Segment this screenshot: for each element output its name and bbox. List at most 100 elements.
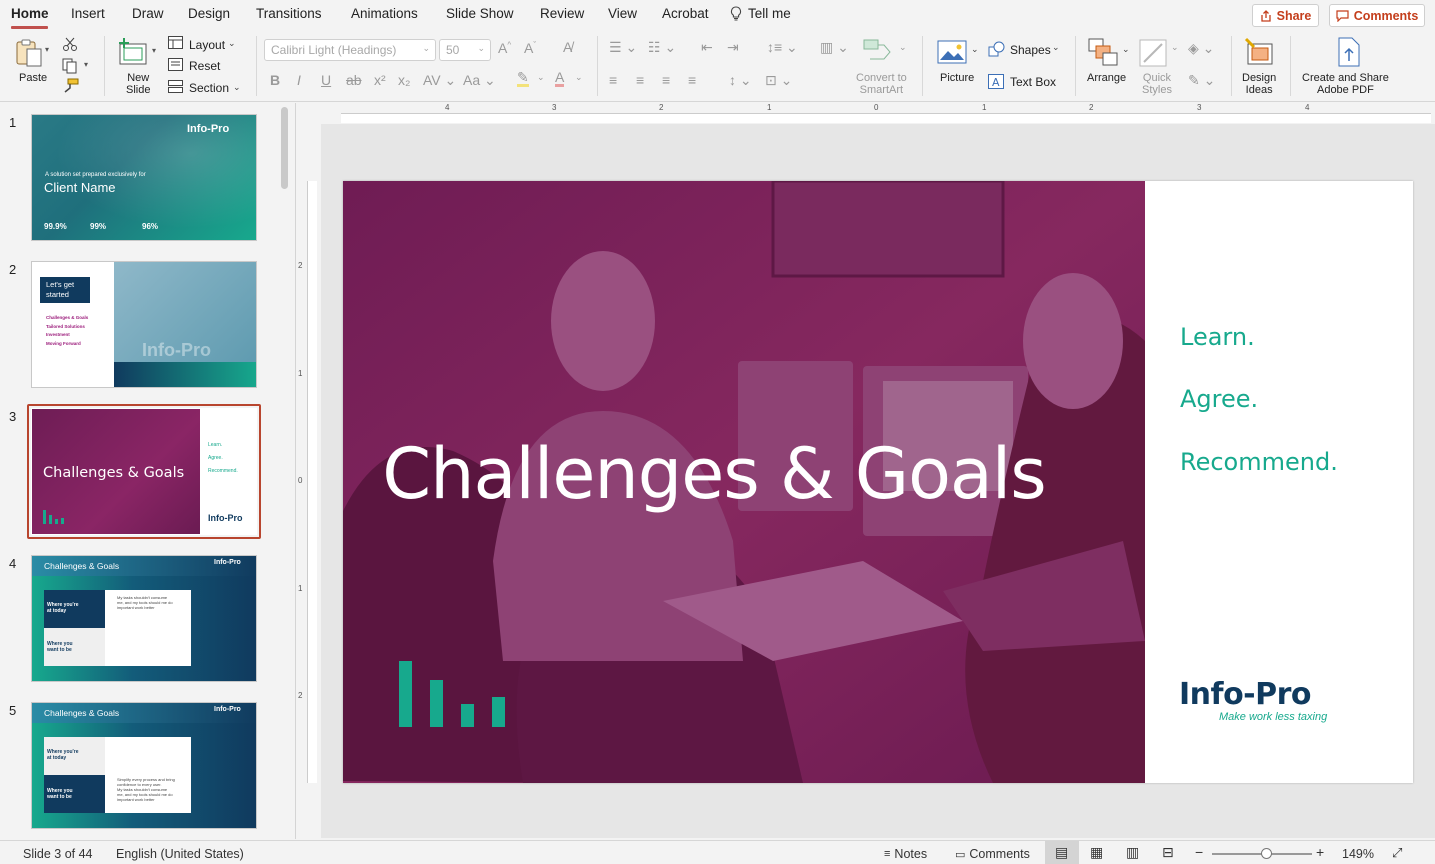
numbering-icon[interactable]: ☷ ⌄ xyxy=(648,39,676,56)
vertical-ruler[interactable]: 2 1 0 1 2 xyxy=(297,124,321,839)
slide-background-photo[interactable]: Challenges & Goals xyxy=(343,181,1145,783)
format-painter-icon[interactable] xyxy=(62,78,80,94)
thumbnail-scrollbar[interactable] xyxy=(281,107,288,189)
chevron-down-icon[interactable]: ⌄ xyxy=(1171,42,1179,53)
chevron-down-icon[interactable]: ⌄ xyxy=(1052,42,1060,53)
tab-acrobat[interactable]: Acrobat xyxy=(662,6,709,21)
design-ideas-icon[interactable] xyxy=(1243,36,1275,68)
tab-view[interactable]: View xyxy=(608,6,637,21)
tab-draw[interactable]: Draw xyxy=(132,6,164,21)
tab-home[interactable]: Home xyxy=(11,6,49,21)
layout-button[interactable]: Layout xyxy=(189,38,225,52)
slide-thumbnail-4[interactable]: Challenges & Goals Info-Pro Where you're… xyxy=(31,555,257,682)
tab-slide-show[interactable]: Slide Show xyxy=(446,6,514,21)
underline-icon[interactable]: U xyxy=(321,72,331,88)
motto-recommend[interactable]: Recommend. xyxy=(1180,448,1338,476)
zoom-in-icon[interactable]: + xyxy=(1316,844,1324,860)
reading-view-icon[interactable]: ▥ xyxy=(1126,844,1139,861)
picture-icon[interactable] xyxy=(937,40,967,64)
justify-icon[interactable]: ≡ xyxy=(688,72,696,88)
share-button[interactable]: Share xyxy=(1252,4,1319,27)
grow-font-icon[interactable]: A^ xyxy=(498,40,511,56)
bold-icon[interactable]: B xyxy=(270,72,280,88)
tab-review[interactable]: Review xyxy=(540,6,584,21)
language-indicator[interactable]: English (United States) xyxy=(116,847,244,861)
tab-transitions[interactable]: Transitions xyxy=(256,6,322,21)
slide-thumbnail-3[interactable]: Challenges & Goals Learn. Agree. Recomme… xyxy=(31,408,257,535)
create-share-pdf-button[interactable]: Create and Share Adobe PDF xyxy=(1302,72,1389,96)
slide-sorter-icon[interactable]: ▦ xyxy=(1090,844,1103,861)
align-right-icon[interactable]: ≡ xyxy=(662,72,670,88)
new-slide-icon[interactable] xyxy=(118,36,150,66)
slide-thumbnail-5[interactable]: Challenges & Goals Info-Pro Where you're… xyxy=(31,702,257,829)
chevron-down-icon[interactable]: ⌄ xyxy=(971,44,979,55)
paste-icon[interactable] xyxy=(14,38,44,68)
convert-to-smartart-button[interactable]: Convert to SmartArt xyxy=(856,72,907,96)
line-spacing-icon[interactable]: ↕≡ ⌄ xyxy=(767,39,798,56)
comments-button[interactable]: Comments xyxy=(1329,4,1425,27)
shrink-font-icon[interactable]: Aˇ xyxy=(524,40,536,56)
italic-icon[interactable]: I xyxy=(297,72,301,88)
chevron-down-icon[interactable]: ▾ xyxy=(152,46,156,55)
status-comments-button[interactable]: ▭ Comments xyxy=(955,847,1030,861)
tab-animations[interactable]: Animations xyxy=(351,6,418,21)
chevron-down-icon[interactable]: ⌄ xyxy=(537,72,545,83)
smartart-icon[interactable] xyxy=(862,38,896,62)
reset-button[interactable]: Reset xyxy=(189,59,220,73)
subscript-icon[interactable]: x₂ xyxy=(398,72,410,88)
tab-insert[interactable]: Insert xyxy=(71,6,105,21)
quick-styles-icon[interactable] xyxy=(1138,38,1168,68)
chevron-down-icon[interactable]: ⌄ xyxy=(899,42,907,53)
section-button[interactable]: Section xyxy=(189,81,229,95)
chevron-down-icon[interactable]: ⌄ xyxy=(1122,44,1130,55)
shape-outline-icon[interactable]: ✎ ⌄ xyxy=(1188,72,1215,89)
zoom-out-icon[interactable]: − xyxy=(1195,844,1203,860)
bullets-icon[interactable]: ☰ ⌄ xyxy=(609,39,637,56)
text-box-icon[interactable]: A xyxy=(988,74,1004,89)
adobe-pdf-icon[interactable] xyxy=(1336,37,1362,67)
reset-icon[interactable] xyxy=(168,58,183,71)
arrange-label[interactable]: Arrange xyxy=(1087,72,1126,84)
horizontal-ruler[interactable]: 4 3 2 1 0 1 2 3 4 xyxy=(321,103,1435,124)
design-ideas-button[interactable]: Design Ideas xyxy=(1242,72,1276,96)
slide-show-icon[interactable]: ⊟ xyxy=(1162,844,1174,861)
shapes-button[interactable]: Shapes xyxy=(1010,43,1051,57)
slide-title[interactable]: Challenges & Goals xyxy=(343,433,1085,515)
chevron-down-icon[interactable]: ▾ xyxy=(45,45,49,54)
copy-icon[interactable] xyxy=(62,58,80,74)
font-color-icon[interactable]: A xyxy=(555,70,565,87)
fit-to-window-icon[interactable]: ⤢ xyxy=(1392,845,1402,861)
chevron-down-icon[interactable]: ▾ xyxy=(84,60,88,69)
text-direction-icon[interactable]: ↕ ⌄ xyxy=(729,72,752,89)
shape-fill-icon[interactable]: ◈ ⌄ xyxy=(1188,40,1214,57)
picture-label[interactable]: Picture xyxy=(940,72,974,84)
zoom-slider-handle[interactable] xyxy=(1261,848,1272,859)
font-name-combo[interactable]: Calibri Light (Headings) ⌄ xyxy=(264,39,436,61)
layout-icon[interactable] xyxy=(168,36,183,49)
text-box-button[interactable]: Text Box xyxy=(1010,75,1056,89)
increase-indent-icon[interactable]: ⇥ xyxy=(727,39,739,56)
quick-styles-button[interactable]: Quick Styles xyxy=(1142,72,1172,96)
notes-button[interactable]: ≡ Notes xyxy=(884,847,927,861)
character-spacing-icon[interactable]: AV ⌄ xyxy=(423,72,456,89)
align-left-icon[interactable]: ≡ xyxy=(609,72,617,88)
align-center-icon[interactable]: ≡ xyxy=(636,72,644,88)
strikethrough-icon[interactable]: ab xyxy=(346,72,362,88)
columns-icon[interactable]: ▥ ⌄ xyxy=(820,39,849,56)
shapes-icon[interactable] xyxy=(988,41,1005,57)
font-size-combo[interactable]: 50 ⌄ xyxy=(439,39,491,61)
new-slide-label[interactable]: New Slide xyxy=(126,72,150,96)
tell-me-search[interactable]: Tell me xyxy=(730,6,791,21)
paste-label[interactable]: Paste xyxy=(19,72,47,84)
align-text-icon[interactable]: ⊡ ⌄ xyxy=(765,72,792,89)
chevron-down-icon[interactable]: ⌄ xyxy=(228,38,236,49)
chevron-down-icon[interactable]: ⌄ xyxy=(233,82,241,93)
slide-thumbnail-pane[interactable]: 1 Info-Pro A solution set prepared exclu… xyxy=(0,103,296,839)
motto-agree[interactable]: Agree. xyxy=(1180,385,1258,413)
chevron-down-icon[interactable]: ⌄ xyxy=(575,72,583,83)
slide-thumbnail-2[interactable]: Let's get started Challenges & Goals Tail… xyxy=(31,261,257,388)
slide-thumbnail-1[interactable]: Info-Pro A solution set prepared exclusi… xyxy=(31,114,257,241)
current-slide[interactable]: Challenges & Goals Learn. Agree. Recomme… xyxy=(343,181,1413,783)
cut-icon[interactable] xyxy=(62,36,78,52)
info-pro-logo[interactable]: Info-Pro Make work less taxing xyxy=(1179,677,1379,727)
